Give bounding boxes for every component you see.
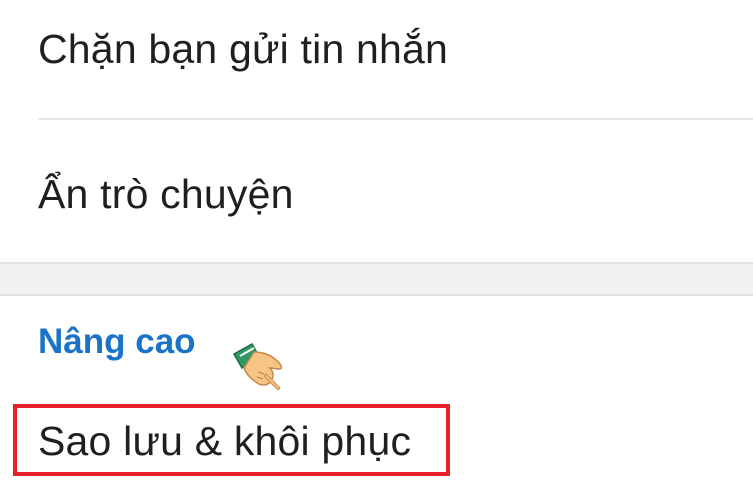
section-header-advanced: Nâng cao (38, 322, 196, 361)
highlight-box (13, 404, 450, 476)
pointing-hand-icon (232, 342, 288, 392)
section-separator (0, 262, 753, 296)
chat-options-screen: Chặn bạn gửi tin nhắn Ẩn trò chuyện Nâng… (0, 0, 753, 499)
menu-item-label: Chặn bạn gửi tin nhắn (38, 25, 449, 72)
divider (38, 118, 753, 120)
menu-item-hide-conversation[interactable]: Ẩn trò chuyện (0, 148, 753, 240)
menu-item-label: Ẩn trò chuyện (38, 170, 294, 217)
menu-item-block-messages[interactable]: Chặn bạn gửi tin nhắn (0, 0, 753, 98)
